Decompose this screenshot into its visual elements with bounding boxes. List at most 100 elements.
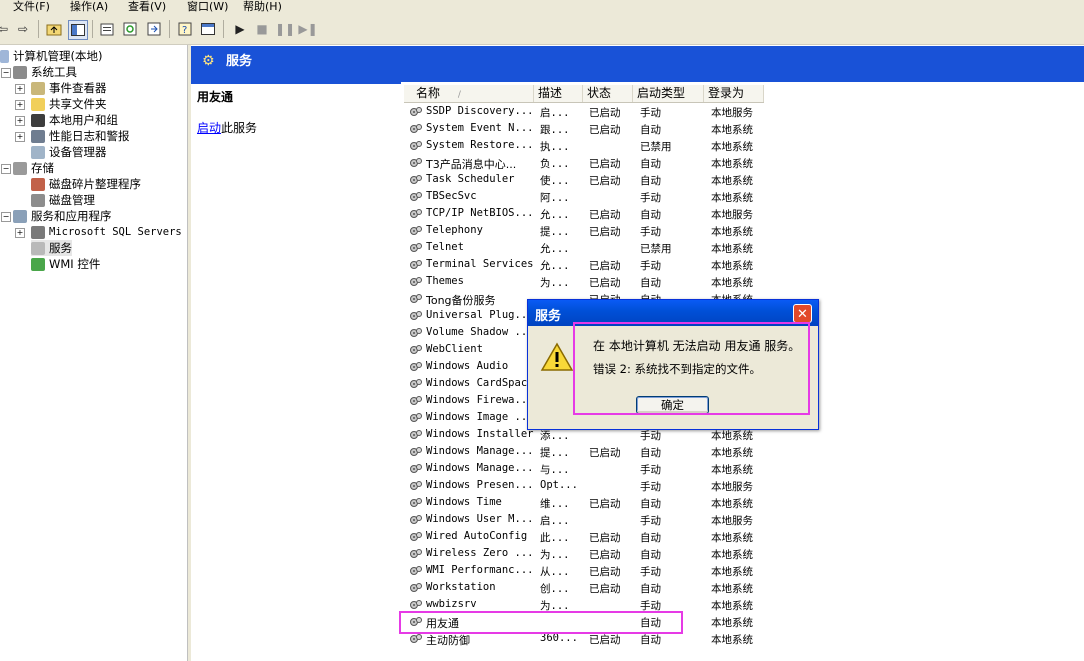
tree-item-system-tools[interactable]: 系统工具 bbox=[13, 64, 77, 80]
service-description: 为... bbox=[540, 549, 570, 561]
dialog-title-bar[interactable] bbox=[528, 300, 818, 326]
forward-icon[interactable]: ⇨ bbox=[14, 20, 32, 38]
back-icon[interactable]: ⇦ bbox=[0, 20, 12, 38]
service-logon: 本地系统 bbox=[711, 498, 753, 510]
tree-item-sql-servers[interactable]: Microsoft SQL Servers bbox=[31, 224, 182, 240]
column-header-name[interactable]: 名称 / bbox=[404, 85, 534, 102]
close-icon[interactable]: ✕ bbox=[793, 304, 812, 323]
expand-icon[interactable]: + bbox=[15, 132, 25, 142]
service-description: 允... bbox=[540, 243, 570, 255]
export-list-icon[interactable] bbox=[145, 20, 163, 38]
service-row[interactable]: Windows Manage... 提... 已启动 自动 本地系统 bbox=[404, 444, 764, 461]
play-icon[interactable]: ▶ bbox=[231, 20, 249, 38]
service-description: 添... bbox=[540, 430, 570, 442]
collapse-icon[interactable]: − bbox=[1, 164, 11, 174]
show-tree-icon[interactable] bbox=[68, 20, 88, 40]
service-row[interactable]: SSDP Discovery... 启... 已启动 手动 本地服务 bbox=[404, 104, 764, 121]
service-row[interactable]: TBSecSvc 阿... 手动 本地系统 bbox=[404, 189, 764, 206]
tree-item-services[interactable]: 服务 bbox=[31, 240, 72, 256]
service-row[interactable]: Themes 为... 已启动 自动 本地系统 bbox=[404, 274, 764, 291]
column-header-status[interactable]: 状态 bbox=[583, 85, 633, 102]
service-row[interactable]: 主动防御 360... 已启动 自动 本地系统 bbox=[404, 631, 764, 648]
service-startup-type: 手动 bbox=[640, 566, 661, 578]
expand-icon[interactable]: + bbox=[15, 84, 25, 94]
column-label: 名称 bbox=[416, 86, 441, 100]
tree-item-perf-logs[interactable]: 性能日志和警报 bbox=[31, 128, 130, 144]
properties-icon[interactable] bbox=[98, 20, 116, 38]
service-status: 已启动 bbox=[589, 260, 621, 272]
service-row[interactable]: Windows Manage... 与... 手动 本地系统 bbox=[404, 461, 764, 478]
tree-item-disk-management[interactable]: 磁盘管理 bbox=[31, 192, 95, 208]
service-row[interactable]: Terminal Services 允... 已启动 手动 本地系统 bbox=[404, 257, 764, 274]
service-name: System Restore... bbox=[426, 139, 534, 151]
column-header-logon[interactable]: 登录为 bbox=[704, 85, 764, 102]
tree-item-local-users[interactable]: 本地用户和组 bbox=[31, 112, 118, 128]
service-name: Task Scheduler bbox=[426, 173, 515, 185]
users-icon bbox=[31, 113, 45, 127]
expand-icon[interactable]: + bbox=[15, 100, 25, 110]
service-row[interactable]: Windows Presen... Opt... 手动 本地服务 bbox=[404, 478, 764, 495]
view-pane-icon[interactable] bbox=[199, 20, 217, 38]
pause-icon[interactable]: ❚❚ bbox=[275, 20, 295, 38]
service-logon: 本地系统 bbox=[711, 226, 753, 238]
start-service-link[interactable]: 启动 bbox=[197, 121, 221, 135]
sort-arrow-icon: / bbox=[457, 90, 461, 100]
service-row[interactable]: Telephony 提... 已启动 手动 本地系统 bbox=[404, 223, 764, 240]
service-row[interactable]: T3产品消息中心... 负... 已启动 自动 本地系统 bbox=[404, 155, 764, 172]
menu-file[interactable]: 文件(F) bbox=[13, 0, 50, 14]
service-startup-type: 手动 bbox=[640, 192, 661, 204]
tree-item-wmi[interactable]: WMI 控件 bbox=[31, 256, 100, 272]
service-row[interactable]: Task Scheduler 使... 已启动 自动 本地系统 bbox=[404, 172, 764, 189]
stop-icon[interactable]: ■ bbox=[253, 20, 271, 38]
expand-icon[interactable]: + bbox=[15, 116, 25, 126]
service-gear-icon bbox=[410, 566, 422, 575]
tree-item-event-viewer[interactable]: 事件查看器 bbox=[31, 80, 107, 96]
service-name: System Event N... bbox=[426, 122, 534, 134]
service-gear-icon bbox=[410, 328, 422, 337]
menu-action[interactable]: 操作(A) bbox=[70, 0, 108, 14]
up-folder-icon[interactable] bbox=[45, 20, 63, 38]
tree-item-root[interactable]: 计算机管理(本地) bbox=[0, 48, 102, 64]
service-gear-icon bbox=[410, 600, 422, 609]
service-row[interactable]: Telnet 允... 已禁用 本地系统 bbox=[404, 240, 764, 257]
service-row[interactable]: wwbizsrv 为... 手动 本地系统 bbox=[404, 597, 764, 614]
menu-window[interactable]: 窗口(W) bbox=[187, 0, 228, 14]
service-row[interactable]: System Event N... 跟... 已启动 自动 本地系统 bbox=[404, 121, 764, 138]
performance-icon bbox=[31, 129, 45, 143]
tree-item-device-manager[interactable]: 设备管理器 bbox=[31, 144, 107, 160]
restart-icon[interactable]: ▶❚ bbox=[298, 20, 317, 38]
menu-help[interactable]: 帮助(H) bbox=[243, 0, 282, 14]
services-header-title: 服务 bbox=[226, 54, 253, 69]
service-row[interactable]: Wired AutoConfig 此... 已启动 自动 本地系统 bbox=[404, 529, 764, 546]
service-row[interactable]: TCP/IP NetBIOS... 允... 已启动 自动 本地服务 bbox=[404, 206, 764, 223]
ok-button[interactable]: 确定 bbox=[636, 396, 709, 414]
tree-item-defrag[interactable]: 磁盘碎片整理程序 bbox=[31, 176, 141, 192]
service-row[interactable]: System Restore... 执... 已禁用 本地系统 bbox=[404, 138, 764, 155]
collapse-icon[interactable]: − bbox=[1, 212, 11, 222]
column-header-startup-type[interactable]: 启动类型 bbox=[633, 85, 704, 102]
service-row[interactable]: Windows Time 维... 已启动 自动 本地系统 bbox=[404, 495, 764, 512]
service-startup-type: 自动 bbox=[640, 583, 661, 595]
expand-icon[interactable]: + bbox=[15, 228, 25, 238]
service-name: Telephony bbox=[426, 224, 483, 236]
dialog-error-detail: 错误 2: 系统找不到指定的文件。 bbox=[593, 362, 762, 376]
service-gear-icon bbox=[410, 549, 422, 558]
service-startup-type: 自动 bbox=[640, 209, 661, 221]
service-row[interactable]: Windows User M... 启... 手动 本地服务 bbox=[404, 512, 764, 529]
tree-item-services-apps[interactable]: 服务和应用程序 bbox=[13, 208, 112, 224]
tree-label: 磁盘管理 bbox=[49, 193, 95, 207]
collapse-icon[interactable]: − bbox=[1, 68, 11, 78]
service-row[interactable]: 用友通 自动 本地系统 bbox=[404, 614, 764, 631]
service-gear-icon bbox=[410, 277, 422, 286]
refresh-icon[interactable] bbox=[121, 20, 139, 38]
service-row[interactable]: Wireless Zero ... 为... 已启动 自动 本地系统 bbox=[404, 546, 764, 563]
service-name: Windows Image ... bbox=[426, 411, 534, 423]
tree-item-shared-folders[interactable]: 共享文件夹 bbox=[31, 96, 107, 112]
service-row[interactable]: Workstation 创... 已启动 自动 本地系统 bbox=[404, 580, 764, 597]
service-row[interactable]: WMI Performanc... 从... 已启动 手动 本地系统 bbox=[404, 563, 764, 580]
column-header-description[interactable]: 描述 bbox=[534, 85, 583, 102]
help-icon[interactable]: ? bbox=[176, 20, 194, 38]
tree-item-storage[interactable]: 存储 bbox=[13, 160, 54, 176]
menu-view[interactable]: 查看(V) bbox=[128, 0, 166, 14]
service-logon: 本地系统 bbox=[711, 158, 753, 170]
